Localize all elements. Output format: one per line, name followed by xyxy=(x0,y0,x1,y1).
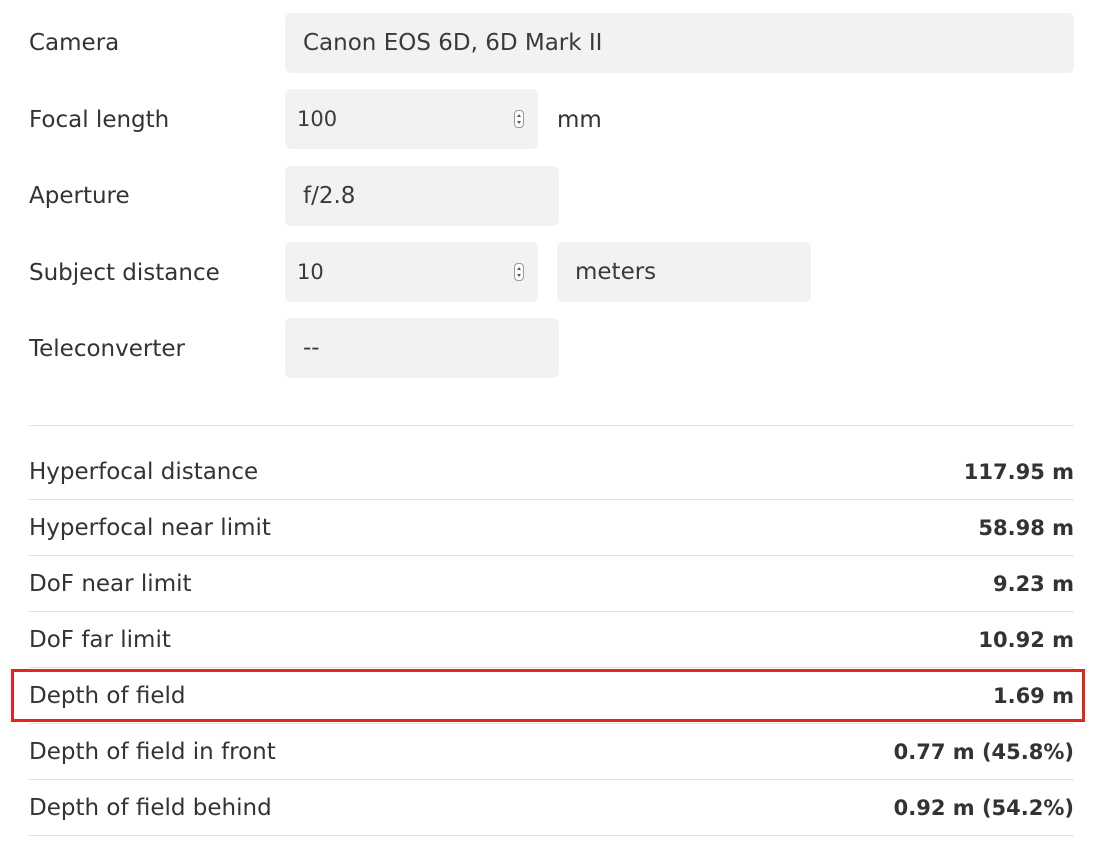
result-label: Hyperfocal near limit xyxy=(29,515,271,541)
result-row-dof-far-limit: DoF far limit 10.92 m xyxy=(29,612,1074,668)
result-value: 117.95 m xyxy=(963,460,1074,484)
result-row-hyperfocal-distance: Hyperfocal distance 117.95 m xyxy=(29,444,1074,500)
result-label: DoF far limit xyxy=(29,627,171,653)
results-top-divider xyxy=(29,425,1074,426)
camera-label: Camera xyxy=(29,30,120,56)
result-value: 58.98 m xyxy=(978,516,1074,540)
row-divider xyxy=(29,835,1074,836)
subject-distance-label: Subject distance xyxy=(29,260,220,286)
subject-distance-value: 10 xyxy=(297,260,324,284)
aperture-select-value: f/2.8 xyxy=(303,183,356,209)
focal-length-label: Focal length xyxy=(29,107,170,133)
focal-length-value: 100 xyxy=(297,107,338,131)
result-label: Depth of field behind xyxy=(29,795,272,821)
distance-unit-select[interactable]: meters xyxy=(557,242,811,302)
teleconverter-label: Teleconverter xyxy=(29,336,185,362)
result-row-depth-of-field-in-front: Depth of field in front 0.77 m (45.8%) xyxy=(29,724,1074,780)
result-value: 9.23 m xyxy=(992,572,1074,596)
result-label: Depth of field in front xyxy=(29,739,276,765)
focal-length-stepper-icon[interactable] xyxy=(514,110,524,128)
result-row-depth-of-field-behind: Depth of field behind 0.92 m (54.2%) xyxy=(29,780,1074,836)
aperture-label: Aperture xyxy=(29,183,130,209)
teleconverter-select[interactable]: -- xyxy=(285,318,559,378)
camera-select[interactable]: Canon EOS 6D, 6D Mark II xyxy=(285,13,1074,73)
teleconverter-select-value: -- xyxy=(303,335,320,361)
result-row-dof-near-limit: DoF near limit 9.23 m xyxy=(29,556,1074,612)
result-label: Depth of field xyxy=(29,683,186,709)
aperture-select[interactable]: f/2.8 xyxy=(285,166,559,226)
subject-distance-stepper-icon[interactable] xyxy=(514,263,524,281)
result-row-depth-of-field: Depth of field 1.69 m xyxy=(29,668,1074,724)
subject-distance-input[interactable]: 10 xyxy=(285,242,538,302)
result-label: Hyperfocal distance xyxy=(29,459,259,485)
camera-select-value: Canon EOS 6D, 6D Mark II xyxy=(303,30,603,56)
focal-length-input[interactable]: 100 xyxy=(285,89,538,149)
result-value: 1.69 m xyxy=(992,684,1074,708)
result-label: DoF near limit xyxy=(29,571,192,597)
result-value: 0.92 m (54.2%) xyxy=(893,796,1074,820)
result-row-hyperfocal-near-limit: Hyperfocal near limit 58.98 m xyxy=(29,500,1074,556)
focal-length-unit: mm xyxy=(557,107,602,133)
result-value: 10.92 m xyxy=(978,628,1074,652)
distance-unit-value: meters xyxy=(575,259,657,285)
result-value: 0.77 m (45.8%) xyxy=(893,740,1074,764)
